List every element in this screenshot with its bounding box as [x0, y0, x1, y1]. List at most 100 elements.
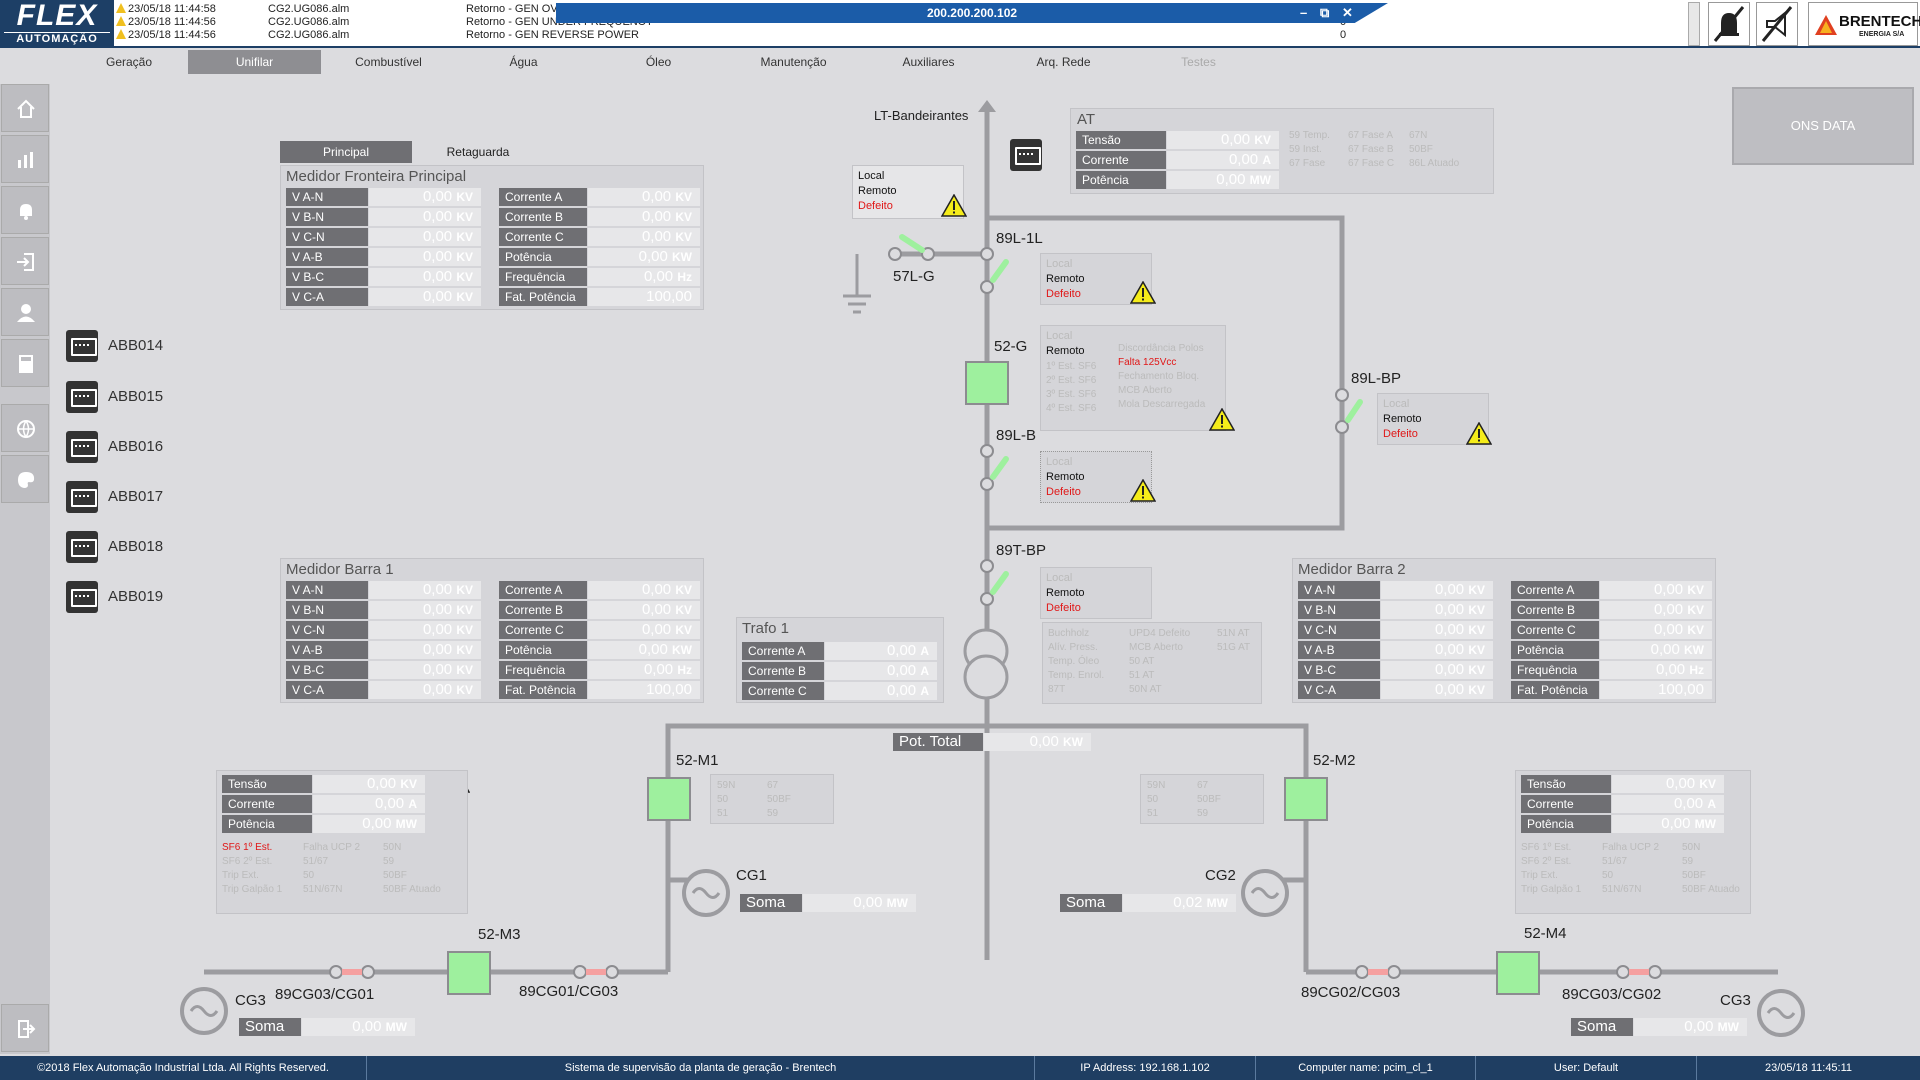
lrd-box-89t-bp[interactable]: Local Remoto Defeito — [1040, 567, 1152, 619]
measurement-label: Tensão — [1076, 131, 1166, 149]
label-89cg03-cg02: 89CG03/CG02 — [1562, 986, 1662, 1003]
local-label: Local — [1046, 572, 1073, 584]
label-89l-bp: 89L-BP — [1351, 370, 1402, 387]
measurement-label: V A-B — [286, 248, 368, 266]
status-copyright: ©2018 Flex Automação Industrial Ltda. Al… — [0, 1056, 367, 1080]
m1-protection-box: 59N 50 51 67 50BF 59 — [710, 774, 834, 824]
measurement-row: Corrente B 0,00 KV — [499, 208, 700, 226]
trafo-flags-col2: UPD4 Defeito MCB Aberto 50 AT 51 AT 50N AT — [1129, 628, 1191, 695]
measurement-value: 0,00 A — [825, 662, 937, 680]
measurement-row: V B-N 0,00 KV — [1298, 601, 1493, 619]
measurement-label: V C-N — [286, 621, 368, 639]
warning-icon[interactable] — [1209, 408, 1235, 431]
measurement-value: 0,00 KW — [588, 641, 700, 659]
measurement-label: V C-A — [1298, 681, 1380, 699]
tab-principal[interactable]: Principal — [280, 141, 412, 163]
measurement-label: Corrente C — [1511, 621, 1599, 639]
measurement-value: 0,00 Hz — [588, 661, 700, 679]
label-cg1: CG1 — [736, 867, 767, 884]
measurement-row: V B-C 0,00 KV — [286, 268, 481, 286]
measurement-label: Corrente C — [499, 621, 587, 639]
pot-total-row: Pot. Total 0,00 KW — [893, 733, 1091, 751]
label-52-m4: 52-M4 — [1524, 925, 1567, 942]
measurement-label: V A-B — [1298, 641, 1380, 659]
measurement-row: V A-B 0,00 KV — [286, 248, 481, 266]
measurement-value: 0,00 KV — [588, 621, 700, 639]
measurement-row: Corrente A 0,00 KV — [499, 188, 700, 206]
remoto-label: Remoto — [1046, 471, 1085, 483]
label-89l-1l: 89L-1L — [996, 230, 1043, 247]
measurement-row: Corrente A 0,00 KV — [499, 581, 700, 599]
measurement-label: V B-C — [1298, 661, 1380, 679]
label-89cg01-cg03: 89CG01/CG03 — [519, 983, 619, 1000]
status-system: Sistema de supervisão da planta de geraç… — [367, 1056, 1035, 1080]
measurement-row: Frequência 0,00 Hz — [499, 661, 700, 679]
measurement-label: Potência — [499, 641, 587, 659]
measurement-label: Corrente B — [1511, 601, 1599, 619]
pot-total-value: 0,00 KW — [984, 733, 1091, 751]
at-device-icon[interactable] — [1010, 139, 1042, 171]
measurement-value: 0,00 KV — [369, 681, 481, 699]
measurement-value: 0,00 A — [313, 795, 425, 813]
soma-cg3-left: Soma 0,00 MW — [239, 1018, 415, 1036]
measurement-value: 0,00 KV — [1381, 601, 1493, 619]
measurement-label: V C-N — [1298, 621, 1380, 639]
measurement-value: 0,00 MW — [1167, 171, 1279, 189]
measurement-row: V A-N 0,00 KV — [286, 188, 481, 206]
breaker-52-m1 — [647, 777, 691, 821]
local-label: Local — [858, 170, 885, 182]
warning-icon[interactable] — [1130, 479, 1156, 502]
medidor-barra1-panel: Medidor Barra 1 V A-N 0,00 KV Corrente A 0,… — [280, 558, 704, 703]
warning-icon[interactable] — [1466, 422, 1492, 445]
measurement-value: 100,00 — [588, 288, 700, 306]
measurement-value: 0,00 KV — [1600, 601, 1712, 619]
warning-icon[interactable] — [1130, 281, 1156, 304]
status-computer: Computer name: pcim_cl_1 — [1256, 1056, 1476, 1080]
warning-icon[interactable] — [941, 194, 967, 217]
measurement-row: V C-A 0,00 KV — [286, 681, 481, 699]
breaker-flag-list: Discordância Polos Falta 125Vcc Fechamento… — [1118, 343, 1206, 410]
measurement-value: 0,00 MW — [313, 815, 425, 833]
breaker-52-m3 — [447, 951, 491, 995]
measurement-row: Tensão 0,00 KV — [1521, 775, 1724, 793]
measurement-label: Corrente A — [1511, 581, 1599, 599]
measurement-value: 0,00 KV — [1167, 131, 1279, 149]
defeito-label: Defeito — [1046, 602, 1081, 614]
measurement-row: Potência 0,00 KW — [499, 641, 700, 659]
status-box-52-g[interactable]: Local Remoto 1º Est. SF6 2º Est. SF6 3º Est… — [1040, 325, 1226, 431]
measurement-row: V B-N 0,00 KV — [286, 208, 481, 226]
measurement-label: V B-C — [286, 268, 368, 286]
measurement-row: V C-A 0,00 KV — [286, 288, 481, 306]
label-52-m2: 52-M2 — [1313, 752, 1356, 769]
measurement-value: 0,00 KV — [369, 288, 481, 306]
measurement-label: V B-N — [286, 208, 368, 226]
measurement-row: Corrente A 0,00 A — [742, 642, 937, 660]
measurement-row: Corrente B 0,00 KV — [499, 601, 700, 619]
measurement-row: V C-N 0,00 KV — [286, 228, 481, 246]
status-bar: ©2018 Flex Automação Industrial Ltda. Al… — [0, 1056, 1920, 1080]
soma-cg3-right: Soma 0,00 MW — [1571, 1018, 1747, 1036]
measurement-label: Corrente A — [742, 642, 824, 660]
measurement-row: Potência 0,00 MW — [1076, 171, 1279, 189]
remoto-label: Remoto — [1046, 587, 1085, 599]
measurement-label: Frequência — [499, 661, 587, 679]
measurement-value: 0,00 KV — [369, 621, 481, 639]
tab-retaguarda[interactable]: Retaguarda — [412, 141, 544, 163]
measurement-row: Corrente 0,00 A — [222, 795, 425, 813]
local-label: Local — [1383, 398, 1410, 410]
measurement-row: V B-N 0,00 KV — [286, 601, 481, 619]
measurement-value: 0,00 KW — [1600, 641, 1712, 659]
measurement-label: V B-C — [286, 661, 368, 679]
measurement-row: Corrente B 0,00 A — [742, 662, 937, 680]
measurement-label: Corrente B — [499, 601, 587, 619]
measurement-label: Tensão — [1521, 775, 1611, 793]
measurement-row: Potência 0,00 MW — [1521, 815, 1724, 833]
soma-cg1: Soma 0,00 MW — [740, 894, 916, 912]
measurement-value: 0,00 MW — [1612, 815, 1724, 833]
measurement-label: V A-N — [286, 188, 368, 206]
measurement-row: Frequência 0,00 Hz — [1511, 661, 1712, 679]
measurement-row: Tensão 0,00 KV — [222, 775, 425, 793]
measurement-value: 0,00 KV — [369, 188, 481, 206]
measurement-label: V A-N — [1298, 581, 1380, 599]
panel-title: Medidor Fronteira Principal — [286, 168, 467, 185]
